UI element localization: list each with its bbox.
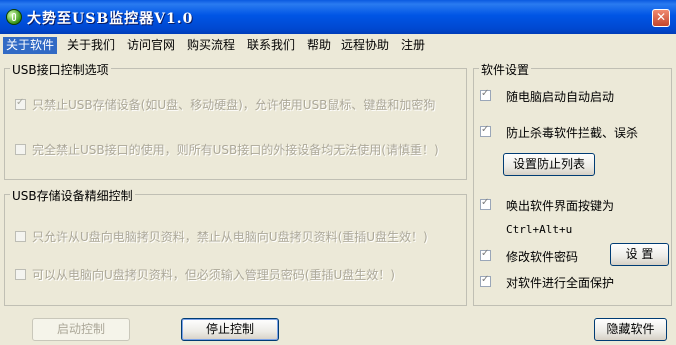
menu-contact[interactable]: 联系我们	[244, 37, 298, 54]
full-protect-label: 对软件进行全面保护	[506, 276, 615, 290]
menu-about-us[interactable]: 关于我们	[64, 37, 118, 54]
anti-kill-checkbox[interactable]	[480, 124, 491, 137]
only-block-storage-checkbox[interactable]	[15, 97, 26, 110]
menu-visit-website[interactable]: 访问官网	[124, 37, 178, 54]
menu-purchase[interactable]: 购买流程	[184, 37, 238, 54]
change-password-label: 修改软件密码	[506, 250, 579, 264]
menu-bar: 关于软件 关于我们 访问官网 购买流程 联系我们 帮助 远程协助 注册	[0, 34, 676, 54]
title-bar: 大势至USB监控器V1.0 ✕	[0, 0, 676, 34]
close-button[interactable]: ✕	[652, 9, 670, 27]
hide-software-button[interactable]: 隐藏软件	[594, 318, 667, 341]
set-protect-list-button[interactable]: 设置防止列表	[503, 153, 595, 176]
app-icon	[6, 9, 22, 25]
autostart-label: 随电脑启动自动启动	[506, 90, 615, 104]
usb-interface-group-title: USB接口控制选项	[10, 61, 111, 78]
usb-interface-group: USB接口控制选项	[4, 61, 467, 180]
password-copy-checkbox[interactable]	[15, 269, 26, 280]
change-password-checkbox[interactable]	[480, 248, 491, 261]
set-password-button[interactable]: 设 置	[610, 243, 669, 266]
readonly-usb-label: 只允许从U盘向电脑拷贝资料，禁止从电脑向U盘拷贝资料(重插U盘生效！)	[32, 230, 428, 244]
block-all-usb-checkbox[interactable]	[15, 144, 26, 155]
usb-storage-group: USB存储设备精细控制	[4, 187, 467, 306]
autostart-checkbox[interactable]	[480, 88, 491, 101]
password-copy-label: 可以从电脑向U盘拷贝资料，但必须输入管理员密码(重插U盘生效！)	[32, 268, 395, 282]
hotkey-value: Ctrl+Alt+u	[506, 223, 573, 236]
menu-help[interactable]: 帮助	[304, 37, 334, 54]
only-block-storage-label: 只禁止USB存储设备(如U盘、移动硬盘)，允许使用USB鼠标、键盘和加密狗	[32, 98, 436, 112]
menu-about-software[interactable]: 关于软件	[3, 37, 58, 54]
hotkey-label: 唤出软件界面按键为	[506, 199, 615, 213]
anti-kill-label: 防止杀毒软件拦截、误杀	[506, 126, 639, 140]
software-settings-title: 软件设置	[479, 61, 532, 78]
stop-control-button[interactable]: 停止控制	[181, 318, 279, 341]
menu-remote-assist[interactable]: 远程协助	[338, 37, 392, 54]
start-control-button[interactable]: 启动控制	[32, 318, 130, 341]
readonly-usb-checkbox[interactable]	[15, 231, 26, 242]
window-title: 大势至USB监控器V1.0	[27, 11, 194, 27]
usb-storage-group-title: USB存储设备精细控制	[10, 187, 135, 204]
menu-register[interactable]: 注册	[398, 37, 428, 54]
block-all-usb-label: 完全禁止USB接口的使用，则所有USB接口的外接设备均无法使用(请慎重！)	[32, 143, 439, 157]
full-protect-checkbox[interactable]	[480, 274, 491, 287]
hotkey-checkbox[interactable]	[480, 197, 491, 210]
